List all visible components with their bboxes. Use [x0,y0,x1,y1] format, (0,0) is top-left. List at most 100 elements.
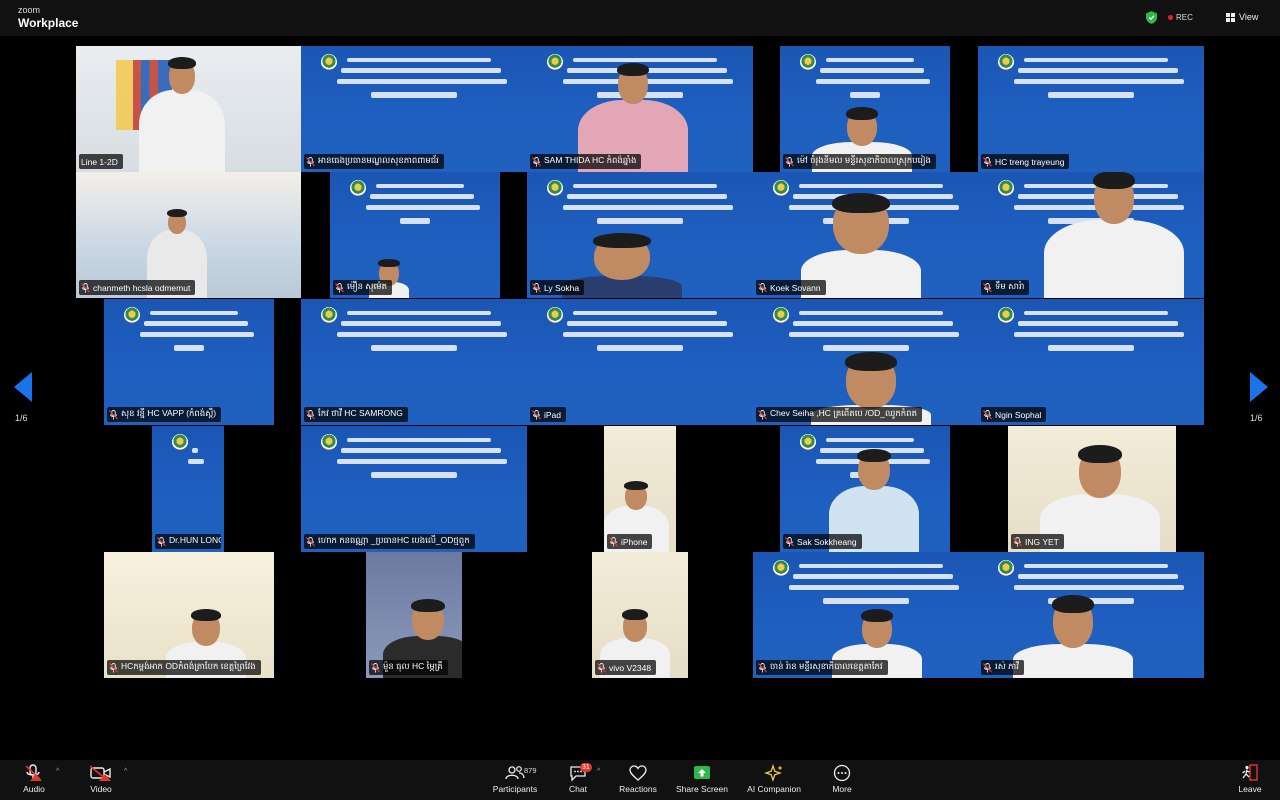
participant-name-label: Koek Sovann [756,280,826,295]
participant-video-tile[interactable]: កែវ ថាវី HC SAMRONG [301,299,527,425]
participant-person [122,46,242,172]
recording-label: REC [1176,13,1193,22]
video-label: Video [90,784,112,794]
participant-video-tile[interactable]: Sak Sokkheang [780,426,950,552]
reactions-button[interactable]: Reactions [617,764,659,794]
more-button[interactable]: More [828,764,856,794]
muted-mic-icon [597,662,606,672]
participant-video-tile[interactable]: ម៉ួន ធុល HC ម្ភៃគ្រី [366,552,462,678]
ministry-logo-icon [773,180,789,196]
audio-options-chevron-icon[interactable]: ^ [56,768,59,775]
chat-unread-badge: 31 [580,763,592,772]
leave-label: Leave [1238,784,1262,794]
participant-video-tile[interactable]: Ly Sokha [527,172,753,298]
participant-video-tile[interactable]: សុខ វន្នី HC VAPP (កំពង់ស្ពឺ) [104,299,274,425]
leave-button[interactable]: Leave [1236,764,1264,794]
meeting-toolbar: Audio ^ Video ^ Participants 879 Chat 31… [0,760,1280,800]
recording-dot-icon [1168,15,1173,20]
previous-page-arrow-icon[interactable] [14,372,32,402]
participant-video-tile[interactable]: ING YET [1008,426,1176,552]
participant-video-tile[interactable]: vivo V2348 [592,552,688,678]
participant-video-tile[interactable]: អានធេងប្រធានមណ្ឌលសុខភាពពាមជ័រ [301,46,527,172]
muted-mic-icon [306,409,315,419]
app-logo: zoom Workplace [18,6,79,30]
muted-mic-icon [371,662,380,672]
ministry-logo-icon [321,307,337,323]
participant-name-label: ING YET [1011,534,1064,549]
participant-name: HCកម្ពង់អាក ODកំពង់ត្រាបែក ខេត្តព្រៃវែង [121,661,256,671]
view-button[interactable]: View [1226,12,1258,22]
muted-microphone-icon [25,764,42,781]
more-dots-icon [833,764,851,782]
participant-name-label: កែវ ថាវី HC SAMRONG [304,407,408,422]
participant-video-tile[interactable]: SAM THIDA HC កំពង់ឆ្នាំង [527,46,753,172]
participant-name: chanmeth hcsla odmemut [93,282,191,293]
participant-name-label: ម៉ឿន សុម៉េត [333,280,392,295]
muted-mic-icon [758,409,767,419]
participant-name: ING YET [1025,536,1059,547]
participant-name-label: អានធេងប្រធានមណ្ឌលសុខភាពពាមជ័រ [304,154,444,169]
brand-workplace: Workplace [18,16,79,30]
participant-name: សុខ វន្នី HC VAPP (កំពង់ស្ពឺ) [121,408,217,418]
video-off-icon [89,765,111,781]
ministry-logo-icon [773,560,789,576]
participant-video-tile[interactable]: ម៉ៅ ចំរុងនីមល មន្ទីរសុខាភិបាលស្រុកបរៀង [780,46,950,172]
top-bar: zoom Workplace REC View [0,0,1280,36]
recording-indicator[interactable]: REC [1168,13,1193,22]
ai-companion-button[interactable]: AI Companion [744,764,804,794]
participant-name-label: Sak Sokkheang [783,534,862,549]
participant-video-tile[interactable]: Koek Sovann [753,172,979,298]
participant-name: អានធេងប្រធានមណ្ឌលសុខភាពពាមជ័រ [318,155,439,165]
participant-video-tile[interactable]: iPad [527,299,753,425]
chat-options-chevron-icon[interactable]: ^ [597,768,600,775]
participant-video-tile[interactable]: HCកម្ពង់អាក ODកំពង់ត្រាបែក ខេត្តព្រៃវែង [104,552,274,678]
participant-name-label: Chev Seiha ,HC គ្រពើតបេ /OD_ឈូកកំពត [756,407,922,422]
participant-video-tile[interactable]: Ngin Sophal [978,299,1204,425]
participant-name-label: សុខ វន្នី HC VAPP (កំពង់ស្ពឺ) [107,407,222,422]
participant-name: Sak Sokkheang [797,536,857,547]
participant-video-tile[interactable]: HC treng trayeung [978,46,1204,172]
video-button[interactable]: Video [86,764,116,794]
participant-name-label: ហោក កនធណ្ណា _ប្រធានHC បេងលើ_ODថ្មពួក [304,534,475,549]
participant-name-label: vivo V2348 [595,660,657,675]
participant-video-tile[interactable]: Line 1-2D [76,46,301,172]
leave-door-icon [1242,764,1258,781]
muted-mic-icon [1013,536,1022,546]
participant-video-tile[interactable]: Chev Seiha ,HC គ្រពើតបេ /OD_ឈូកកំពត [753,299,979,425]
participant-video-tile[interactable]: Dr.HUN LONG (OD មុខកំពូល) [152,426,224,552]
muted-mic-icon [609,536,618,546]
participant-video-tile[interactable]: ទឹម សារ៉ា [978,172,1204,298]
participant-name: ហោក កនធណ្ណា _ប្រធានHC បេងលើ_ODថ្មពួក [318,535,470,545]
participant-name: ទឹម សារ៉ា [995,281,1025,291]
participant-name: ម៉ឿន សុម៉េត [347,281,387,291]
share-screen-label: Share Screen [676,784,728,794]
sparkle-icon [764,764,783,782]
participant-name: iPhone [621,536,648,547]
participant-video-tile[interactable]: ហោក កនធណ្ណា _ប្រធានHC បេងលើ_ODថ្មពួក [301,426,527,552]
participant-name: Ngin Sophal [995,409,1042,420]
muted-mic-icon [306,536,315,546]
participant-video-tile[interactable]: ម៉ឿន សុម៉េត [330,172,500,298]
participant-video-tile[interactable]: ចាន់ រ៉ាន មន្ទីរសុខាភិបាលខេត្តតាកែវ [753,552,979,678]
muted-mic-icon [758,662,767,672]
participant-video-tile[interactable]: រស់ ភាវី [978,552,1204,678]
participant-name: HC treng trayeung [995,156,1065,167]
muted-mic-icon [109,409,118,419]
muted-mic-icon [532,282,541,292]
participant-name-label: iPad [530,407,567,422]
encryption-shield-icon[interactable] [1146,11,1157,24]
audio-button[interactable]: Audio [20,764,48,794]
participant-video-tile[interactable]: iPhone [604,426,676,552]
ministry-logo-icon [998,180,1014,196]
ministry-logo-icon [321,434,337,450]
share-screen-button[interactable]: Share Screen [676,764,728,794]
muted-mic-icon [306,156,315,166]
participant-name: ម៉ៅ ចំរុងនីមល មន្ទីរសុខាភិបាលស្រុកបរៀង [797,155,931,165]
muted-mic-icon [532,156,541,166]
participant-video-tile[interactable]: chanmeth hcsla odmemut [76,172,301,298]
chat-button[interactable]: Chat 31 [564,763,592,794]
participant-name: vivo V2348 [609,662,652,673]
next-page-arrow-icon[interactable] [1250,372,1268,402]
participant-name-label: Dr.HUN LONG (OD មុខកំពូល) [155,534,221,549]
video-options-chevron-icon[interactable]: ^ [124,768,127,775]
